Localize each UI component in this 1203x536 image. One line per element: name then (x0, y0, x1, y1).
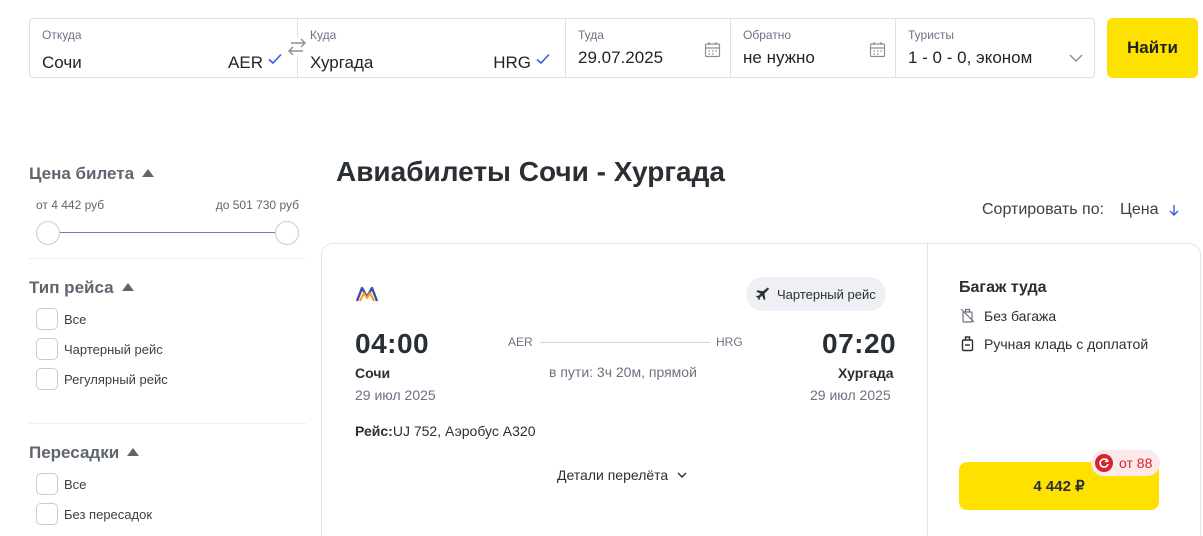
depart-date-value: 29.07.2025 (578, 48, 664, 67)
bonus-icon (1095, 454, 1113, 472)
chevron-down-icon (677, 472, 687, 478)
divider (29, 258, 306, 259)
flight-card: Чартерный рейс 04:00 AER HRG 07:20 в пут… (321, 243, 1201, 536)
arrival-date: 29 июл 2025 (810, 387, 891, 403)
baggage-none-row: Без багажа (959, 307, 1056, 324)
price-slider-track (48, 232, 286, 233)
price-slider-min-handle[interactable] (36, 221, 60, 245)
return-date-label: Обратно (743, 28, 792, 42)
departure-airport-code: AER (508, 335, 533, 349)
checkbox-label: Чартерный рейс (64, 341, 163, 357)
transfers-filter-label: Пересадки (29, 443, 120, 462)
checkbox-label: Все (64, 476, 87, 492)
plane-icon (756, 286, 770, 300)
return-date-value: не нужно (743, 48, 815, 67)
departure-city: Сочи (355, 365, 391, 381)
hand-luggage-icon (961, 336, 974, 352)
to-city: Хургада (310, 53, 374, 72)
charter-badge: Чартерный рейс (746, 277, 886, 311)
checkbox[interactable] (36, 308, 58, 330)
chevron-down-icon (1069, 54, 1083, 62)
tourists-value: 1 - 0 - 0, эконом (908, 48, 1033, 67)
check-icon (268, 53, 282, 65)
checkbox[interactable] (36, 368, 58, 390)
checkbox-label: Все (64, 311, 87, 327)
price-min-label: от 4 442 руб (36, 198, 105, 212)
flight-details-toggle[interactable]: Детали перелёта (557, 467, 688, 483)
sort-label: Сортировать по: (982, 201, 1105, 218)
price-filter-title[interactable]: Цена билета (29, 164, 155, 184)
sort-control[interactable]: Сортировать по: Цена (982, 201, 1181, 219)
arrival-city: Хургада (838, 365, 894, 381)
from-city: Сочи (42, 53, 82, 72)
collapse-triangle-icon (127, 448, 140, 456)
flight-type-option-all[interactable]: Все (36, 308, 86, 330)
no-baggage-icon (960, 308, 975, 323)
bonus-badge: от 88 (1091, 450, 1161, 476)
price-max-label: до 501 730 руб (215, 198, 299, 212)
hand-luggage-row: Ручная кладь с доплатой (959, 335, 1148, 352)
tourists-label: Туристы (908, 28, 955, 42)
check-icon (536, 53, 550, 65)
flight-info-value: UJ 752, Аэробус А320 (392, 423, 536, 439)
flight-type-option-charter[interactable]: Чартерный рейс (36, 338, 163, 360)
departure-time: 04:00 (355, 328, 430, 359)
tourists-field[interactable]: Туристы 1 - 0 - 0, эконом (895, 18, 1095, 78)
baggage-title: Багаж туда (959, 279, 1047, 296)
checkbox[interactable] (36, 503, 58, 525)
transfers-option-all[interactable]: Все (36, 473, 86, 495)
flight-type-filter-label: Тип рейса (29, 278, 114, 297)
checkbox-label: Без пересадок (64, 506, 153, 522)
charter-badge-label: Чартерный рейс (777, 286, 876, 302)
flight-details-label: Детали перелёта (557, 467, 669, 483)
flight-duration: в пути: 3ч 20м, прямой (549, 364, 697, 380)
flight-info: Рейс:UJ 752, Аэробус А320 (355, 423, 535, 439)
collapse-triangle-icon (121, 283, 134, 291)
from-label: Откуда (42, 28, 82, 42)
card-divider (927, 244, 928, 536)
bonus-label: от 88 (1119, 455, 1153, 471)
depart-date-field[interactable]: Туда 29.07.2025 (565, 18, 731, 78)
depart-date-label: Туда (578, 28, 604, 42)
calendar-icon (704, 42, 721, 58)
arrival-airport-code: HRG (716, 335, 743, 349)
transfers-option-nonstop[interactable]: Без пересадок (36, 503, 152, 525)
return-date-field[interactable]: Обратно не нужно (730, 18, 896, 78)
swap-icon[interactable] (285, 37, 309, 57)
price-slider-max-handle[interactable] (275, 221, 299, 245)
flight-type-filter-title[interactable]: Тип рейса (29, 278, 134, 298)
arrival-time: 07:20 (822, 328, 897, 359)
to-code: HRG (493, 53, 531, 72)
checkbox[interactable] (36, 338, 58, 360)
divider (29, 423, 306, 424)
to-field[interactable]: Куда Хургада HRG (297, 18, 566, 78)
flight-info-label: Рейс: (355, 423, 393, 439)
baggage-none-label: Без багажа (984, 307, 1057, 324)
checkbox-label: Регулярный рейс (64, 371, 168, 387)
route-line (540, 342, 710, 343)
departure-date: 29 июл 2025 (355, 387, 436, 403)
sort-arrow-down-icon[interactable] (1167, 203, 1181, 217)
find-button[interactable]: Найти (1107, 18, 1198, 78)
flight-type-option-regular[interactable]: Регулярный рейс (36, 368, 168, 390)
sort-value[interactable]: Цена (1120, 201, 1158, 219)
hand-luggage-label: Ручная кладь с доплатой (984, 335, 1149, 352)
airline-logo-icon (355, 286, 379, 302)
checkbox[interactable] (36, 473, 58, 495)
to-label: Куда (310, 28, 337, 42)
calendar-icon (869, 42, 886, 58)
collapse-triangle-icon (142, 169, 155, 177)
from-field[interactable]: Откуда Сочи AER (29, 18, 298, 78)
transfers-filter-title[interactable]: Пересадки (29, 443, 140, 463)
price-filter-label: Цена билета (29, 164, 135, 183)
from-code: AER (228, 53, 263, 72)
page-title: Авиабилеты Сочи - Хургада (336, 156, 725, 187)
